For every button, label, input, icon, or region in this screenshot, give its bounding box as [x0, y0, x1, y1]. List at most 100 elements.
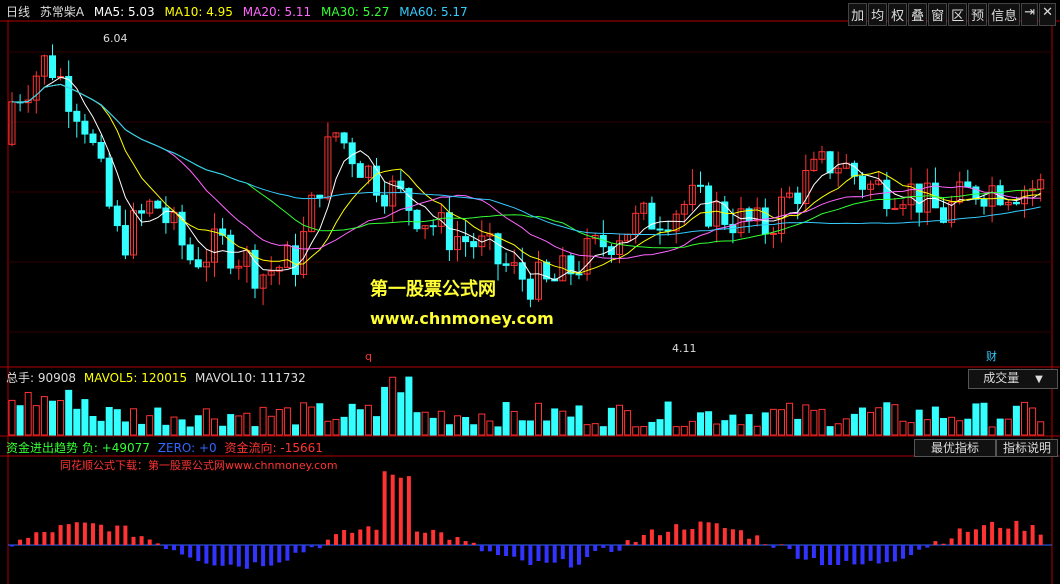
volume-bar [721, 420, 729, 436]
volume-bar [640, 426, 648, 436]
volume-bar [154, 407, 162, 436]
volume-bar [300, 402, 308, 436]
candle-body [413, 209, 421, 230]
flow-bar [42, 532, 47, 545]
ma5-value: MA5: 5.03 [93, 5, 155, 19]
candle-body [121, 225, 129, 256]
flow-bar [820, 545, 824, 566]
flow-bar [917, 545, 922, 550]
candle-body [859, 175, 866, 190]
candle-body [105, 157, 113, 207]
flow-bar [868, 545, 873, 561]
volume-value: 总手: 90908 [6, 371, 77, 385]
indicator-selector[interactable]: 成交量 ▼ [968, 369, 1058, 389]
volume-bar [778, 409, 785, 436]
flow-bar [123, 525, 128, 545]
volume-bar [705, 411, 713, 436]
volume-bar [899, 420, 907, 436]
flow-bar [787, 545, 792, 550]
volume-bar [632, 426, 640, 436]
flow-bar [1014, 520, 1019, 545]
info-button[interactable]: 信息 [988, 3, 1021, 26]
event-marker-q[interactable]: q [365, 351, 372, 362]
flow-bar [973, 529, 978, 545]
candle-body [794, 192, 802, 205]
overlay-button[interactable]: 叠 [908, 3, 928, 26]
candle-body [964, 181, 972, 188]
volume-bar [389, 376, 397, 436]
candle-body [356, 163, 364, 178]
volume-bar [956, 420, 964, 436]
volume-bar [607, 407, 615, 436]
candle-body [49, 55, 56, 79]
flow-bar [730, 529, 735, 545]
flow-bar [220, 545, 225, 566]
candle-body [980, 198, 988, 207]
flow-bar [496, 545, 500, 556]
indicator-help-button[interactable]: 指标说明 [996, 439, 1058, 457]
flow-bar [990, 521, 995, 545]
best-indicator-button[interactable]: 最优指标 [914, 439, 996, 457]
flow-bar [423, 532, 428, 545]
adjust-button[interactable]: 加 [848, 3, 868, 26]
volume-bar [373, 416, 380, 436]
rights-button[interactable]: 权 [888, 3, 908, 26]
flow-bar [366, 526, 371, 545]
volume-bar [502, 402, 510, 436]
flow-bar [91, 523, 95, 545]
volume-bar [575, 405, 583, 436]
flow-bar [10, 545, 14, 547]
flow-bar [714, 523, 719, 545]
candle-body [526, 278, 534, 300]
flow-bar [334, 534, 338, 545]
volume-bar [794, 418, 802, 436]
candle-body [113, 205, 121, 227]
flow-bar [18, 539, 23, 545]
flow-bar [625, 540, 630, 545]
volume-bar [292, 424, 299, 436]
volume-bar [251, 426, 259, 436]
indicator-flow: 资金流向: -15661 [224, 441, 323, 455]
volume-bar [599, 426, 607, 436]
flow-bar [641, 534, 646, 545]
flow-bar [682, 529, 687, 545]
candle-body [81, 120, 89, 135]
candle-body [697, 184, 704, 187]
flow-bar [471, 542, 476, 545]
flow-bar [852, 545, 857, 565]
kline-chart-canvas[interactable] [0, 0, 1060, 584]
flow-bar [479, 545, 484, 552]
range-button[interactable]: 区 [948, 3, 968, 26]
flow-bar [58, 525, 63, 545]
flow-bar [285, 545, 290, 561]
flow-bar [244, 545, 249, 569]
forecast-button[interactable]: 预 [968, 3, 988, 26]
flow-bar [552, 545, 557, 563]
volume-bar [219, 425, 227, 436]
candle-body [340, 132, 348, 144]
flow-bar [180, 545, 185, 555]
volume-bar [996, 418, 1004, 436]
collapse-icon[interactable]: ⇥ [1021, 3, 1039, 26]
flow-bar [74, 522, 79, 545]
close-icon[interactable]: ✕ [1039, 3, 1056, 26]
average-button[interactable]: 均 [868, 3, 888, 26]
candle-body [891, 207, 899, 210]
candle-body [373, 165, 380, 196]
flow-bar [520, 545, 525, 561]
candle-body [470, 241, 478, 248]
flow-bar [236, 545, 241, 567]
flow-bar [406, 476, 411, 545]
finance-marker[interactable]: 财 [986, 351, 997, 362]
volume-bar [907, 422, 915, 436]
window-button[interactable]: 窗 [928, 3, 948, 26]
volume-bar [405, 376, 413, 436]
volume-bar [324, 420, 332, 436]
flow-bar [722, 528, 727, 545]
flow-bar [876, 545, 881, 564]
flow-bar [317, 545, 322, 549]
flow-bar [1038, 534, 1043, 545]
volume-bar [348, 403, 356, 436]
flow-bar [293, 545, 298, 553]
volume-bar [178, 419, 186, 436]
